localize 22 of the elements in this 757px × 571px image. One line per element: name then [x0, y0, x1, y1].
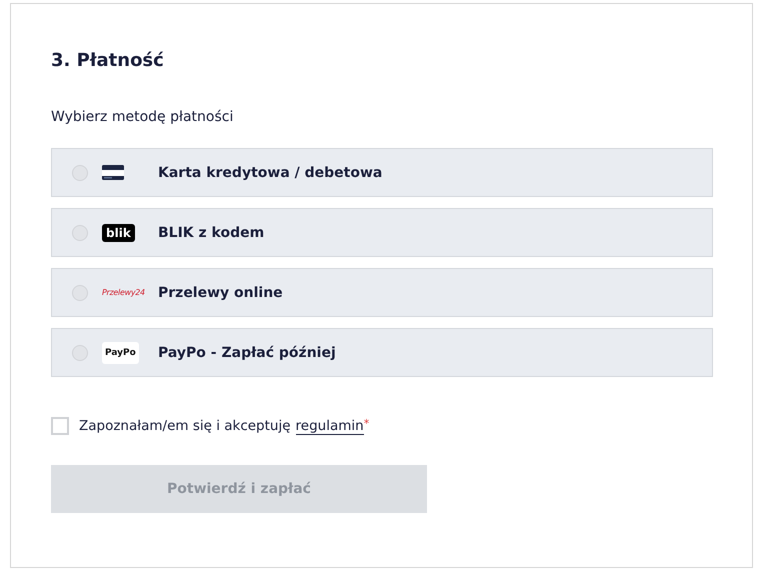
paypo-logo: PayPo	[102, 342, 139, 364]
option-label: BLIK z kodem	[158, 224, 264, 240]
radio-button[interactable]	[72, 164, 88, 180]
terms-checkbox[interactable]	[51, 417, 69, 435]
payment-option[interactable]: Karta kredytowa / debetowa	[51, 148, 713, 197]
terms-link[interactable]: regulamin	[296, 418, 364, 434]
przelewy24-logo: Przelewy24	[102, 288, 145, 297]
terms-text: Zapoznałam/em się i akceptuję	[79, 418, 291, 434]
option-label: Przelewy online	[158, 284, 283, 300]
payment-option[interactable]: PayPo PayPo - Zapłać później	[51, 328, 713, 377]
credit-card-icon	[102, 165, 124, 180]
option-label: PayPo - Zapłać później	[158, 344, 336, 360]
prompt-text: Wybierz metodę płatności	[51, 109, 234, 125]
payment-option[interactable]: blik BLIK z kodem	[51, 208, 713, 257]
section-title: 3. Płatność	[51, 50, 165, 71]
blik-logo: blik	[102, 224, 135, 242]
required-mark: *	[364, 417, 370, 430]
payment-option[interactable]: Przelewy24 Przelewy online	[51, 268, 713, 317]
radio-button[interactable]	[72, 344, 88, 360]
radio-button[interactable]	[72, 224, 88, 240]
radio-button[interactable]	[72, 284, 88, 300]
option-label: Karta kredytowa / debetowa	[158, 164, 382, 180]
